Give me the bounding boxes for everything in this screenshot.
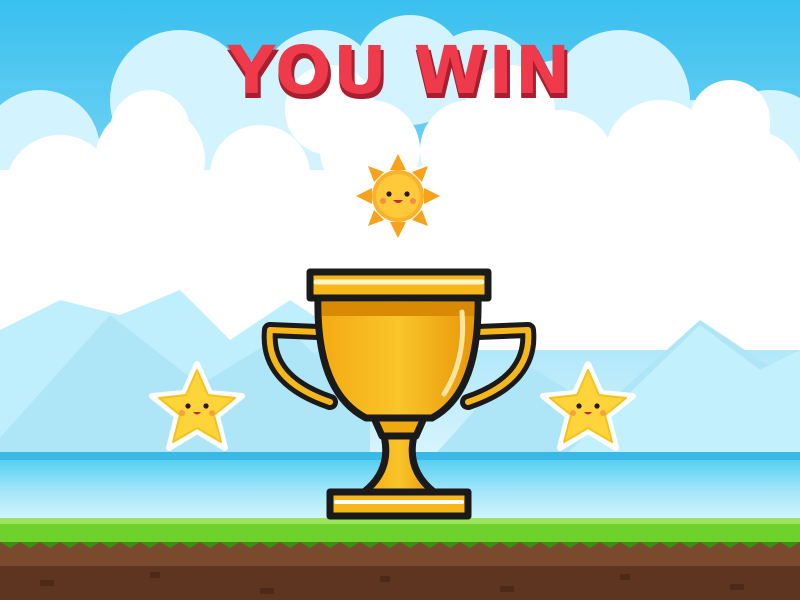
- ground: [0, 518, 800, 600]
- sun-icon: [350, 148, 446, 244]
- you-win-title: YOU WIN: [227, 32, 573, 109]
